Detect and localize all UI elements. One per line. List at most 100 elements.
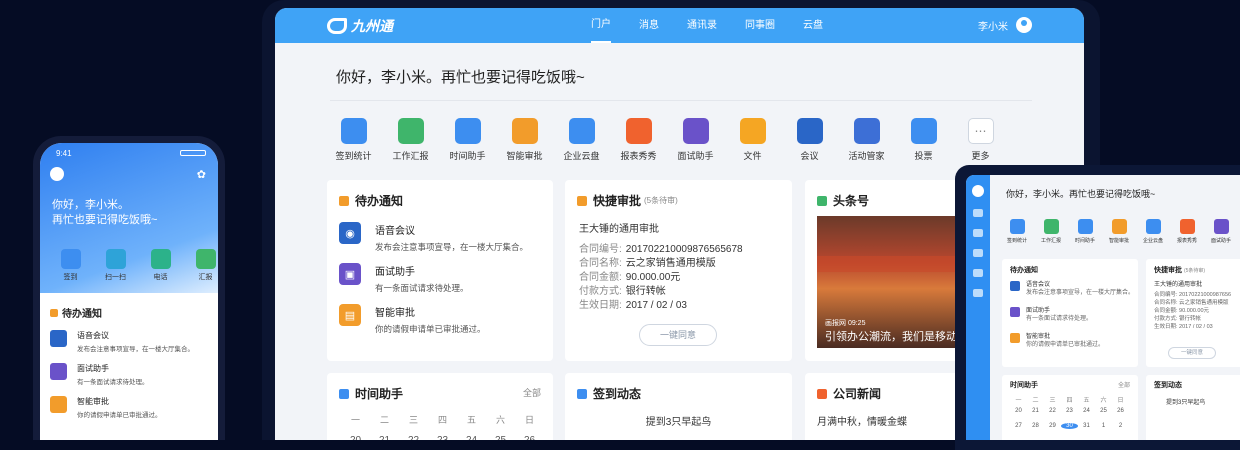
calendar-cell: 四 bbox=[1066, 398, 1073, 404]
tablet-todo-title: 待办通知 bbox=[1010, 267, 1038, 274]
user-menu[interactable]: 李小米 bbox=[978, 17, 1032, 33]
phone-todo-item[interactable]: 面试助手 有一条面试请求待处理。 bbox=[50, 363, 149, 386]
calendar-cell[interactable]: 1 bbox=[1095, 423, 1112, 429]
calendar-cell[interactable]: 21 bbox=[1027, 408, 1044, 414]
tablet-cal-days[interactable]: 27 28 29 30 31 1 2 bbox=[1010, 423, 1129, 429]
headline-title: 头条号 bbox=[833, 194, 870, 208]
app-location[interactable]: 签到统计 bbox=[325, 118, 382, 162]
todo-item[interactable]: ◉ 语音会议 发布会注意事项宣导，在一楼大厅集合。 bbox=[339, 222, 528, 253]
phone-avatar[interactable] bbox=[50, 167, 64, 181]
app-calendar[interactable]: 工作汇报 bbox=[382, 118, 439, 162]
app-vote[interactable]: 投票 bbox=[895, 118, 952, 162]
tablet-app-icon bbox=[1145, 219, 1161, 234]
approval-field: 合同名称: 云之家销售通用模版 bbox=[579, 258, 716, 269]
app-label: 面试助手 bbox=[677, 151, 714, 161]
calendar-cell[interactable]: 29 bbox=[1044, 423, 1061, 429]
tablet-todo-item[interactable]: 智能审批 你的请假申请单已审批通过。 bbox=[1010, 333, 1104, 349]
nav-colleague-circle[interactable]: 同事圈 bbox=[745, 8, 775, 43]
approval-field: 合同编号: 201702210009876565678 bbox=[579, 244, 743, 255]
phone-app[interactable]: 扫一扫 bbox=[93, 249, 138, 282]
todo-title: 待办通知 bbox=[355, 194, 404, 208]
tablet-avatar[interactable] bbox=[972, 185, 984, 197]
calendar-cell[interactable]: 20 bbox=[1010, 408, 1027, 414]
calendar-cell[interactable]: 2 bbox=[1112, 423, 1129, 429]
app-file-folder[interactable]: 文件 bbox=[724, 118, 781, 162]
calendar-cell[interactable]: 23 bbox=[1061, 408, 1078, 414]
nav-messages[interactable]: 消息 bbox=[639, 8, 659, 43]
calendar-cell: 一 bbox=[1015, 398, 1022, 404]
tablet-app[interactable]: 企业云盘 bbox=[1136, 219, 1170, 244]
location-icon bbox=[60, 249, 81, 269]
headline-image[interactable]: 画报网 09:25 引领办公潮流，我们是移动办 bbox=[817, 216, 965, 348]
app-grid: 签到统计 工作汇报 时间助手 智能审批 企业云盘 报表秀秀 面试助手 文件 会议 活动管家 投票 ⋯ 更… bbox=[325, 118, 1009, 162]
todo-item-desc: 发布会注意事项宣导，在一楼大厅集合。 bbox=[375, 242, 529, 252]
check-icon bbox=[454, 118, 481, 144]
nav-contacts[interactable]: 通讯录 bbox=[687, 8, 717, 43]
chat-icon[interactable] bbox=[973, 229, 983, 237]
app-people[interactable]: 活动管家 bbox=[838, 118, 895, 162]
calendar-cell[interactable]: 27 bbox=[1010, 423, 1027, 429]
todo-item[interactable]: ▤ 智能审批 你的请假申请单已审批通过。 bbox=[339, 304, 486, 335]
todo-item-title: 语音会议 bbox=[375, 226, 415, 237]
app-document[interactable]: 智能审批 bbox=[496, 118, 553, 162]
phone-greeting: 你好，李小米。 再忙也要记得吃饭哦~ bbox=[52, 199, 158, 226]
phone-app[interactable]: 电话 bbox=[138, 249, 183, 282]
file-folder-icon bbox=[739, 118, 766, 144]
tablet-app[interactable]: 工作汇报 bbox=[1034, 219, 1068, 244]
phone-time: 9:41 bbox=[56, 149, 72, 158]
app-label: 企业云盘 bbox=[563, 151, 600, 161]
tablet-todo-item[interactable]: 面试助手 有一条面试请求待处理。 bbox=[1010, 307, 1092, 323]
calendar-cell[interactable]: 28 bbox=[1027, 423, 1044, 429]
app-chart[interactable]: 报表秀秀 bbox=[610, 118, 667, 162]
news-headline[interactable]: 月满中秋，情暖金蝶 bbox=[817, 413, 907, 428]
phone-app[interactable]: 汇报 bbox=[183, 249, 218, 282]
view-all-link[interactable]: 全部 bbox=[523, 386, 541, 399]
approve-all-button[interactable]: 一键同意 bbox=[639, 324, 717, 346]
apps-icon[interactable] bbox=[973, 269, 983, 277]
approval-icon: ▤ bbox=[339, 304, 361, 326]
phone-todo-item[interactable]: 智能审批 你的请假申请单已审批通过。 bbox=[50, 396, 162, 419]
nav-cloud-drive[interactable]: 云盘 bbox=[803, 8, 823, 43]
app-interview[interactable]: 面试助手 bbox=[667, 118, 724, 162]
tablet-app[interactable]: 智能审批 bbox=[1102, 219, 1136, 244]
main-nav: 门户 消息 通讯录 同事圈 云盘 bbox=[591, 8, 851, 43]
tablet-app[interactable]: 时间助手 bbox=[1068, 219, 1102, 244]
todo-item[interactable]: ▣ 面试助手 有一条面试请求待处理。 bbox=[339, 263, 469, 294]
tablet-approve-button[interactable]: 一键同意 bbox=[1168, 347, 1216, 359]
app-more[interactable]: ⋯ 更多 bbox=[952, 118, 1009, 162]
phone-app[interactable]: 签到 bbox=[48, 249, 93, 282]
checkin-title: 签到动态 bbox=[593, 387, 642, 401]
cloud-icon[interactable] bbox=[973, 209, 983, 217]
contacts-icon[interactable] bbox=[973, 249, 983, 257]
calendar-cell[interactable]: 30 bbox=[1061, 423, 1078, 429]
todo-icon bbox=[50, 308, 58, 317]
approval-card-header: 快捷审批 (5条待审) bbox=[577, 192, 678, 209]
tablet-todo-item[interactable]: 语音会议 发布会注意事项宣导，在一楼大厅集合。 bbox=[1010, 281, 1134, 297]
brand-logo[interactable]: 九州通 bbox=[327, 16, 393, 36]
user-avatar-icon[interactable] bbox=[1016, 17, 1032, 33]
tablet-view-all[interactable]: 全部 bbox=[1118, 380, 1130, 389]
app-meeting[interactable]: 会议 bbox=[781, 118, 838, 162]
tablet-checkin-title: 签到动态 bbox=[1154, 382, 1182, 389]
calendar-cell[interactable]: 22 bbox=[1044, 408, 1061, 414]
phone-todo-item[interactable]: 语音会议 发布会注意事项宣导，在一楼大厅集合。 bbox=[50, 330, 194, 353]
calendar-cell[interactable]: 24 bbox=[1078, 408, 1095, 414]
tablet-app[interactable]: 面试助手 bbox=[1204, 219, 1238, 244]
tablet-cal-days[interactable]: 20 21 22 23 24 25 26 bbox=[1010, 408, 1129, 414]
tablet-app[interactable]: 报表秀秀 bbox=[1170, 219, 1204, 244]
battery-icon bbox=[180, 150, 206, 156]
calendar-cell: 三 bbox=[1049, 398, 1056, 404]
calendar-cell[interactable]: 25 bbox=[1095, 408, 1112, 414]
vote-icon bbox=[910, 118, 937, 144]
time-helper-card: 时间助手 全部 一二三四五六日 20212223242526 bbox=[327, 373, 553, 440]
calendar-cell[interactable]: 31 bbox=[1078, 423, 1095, 429]
app-folder[interactable]: 企业云盘 bbox=[553, 118, 610, 162]
calendar-cell[interactable]: 26 bbox=[1112, 408, 1129, 414]
calendar-days[interactable]: 20212223242526 bbox=[341, 435, 544, 440]
tablet-todo-card: 待办通知 语音会议 发布会注意事项宣导，在一楼大厅集合。 面试助手 有一条面试请求待… bbox=[1002, 259, 1138, 367]
tablet-app[interactable]: 签到统计 bbox=[1000, 219, 1034, 244]
drive-icon[interactable] bbox=[973, 289, 983, 297]
app-check[interactable]: 时间助手 bbox=[439, 118, 496, 162]
settings-icon[interactable]: ✿ bbox=[197, 168, 206, 181]
nav-portal[interactable]: 门户 bbox=[591, 8, 611, 43]
